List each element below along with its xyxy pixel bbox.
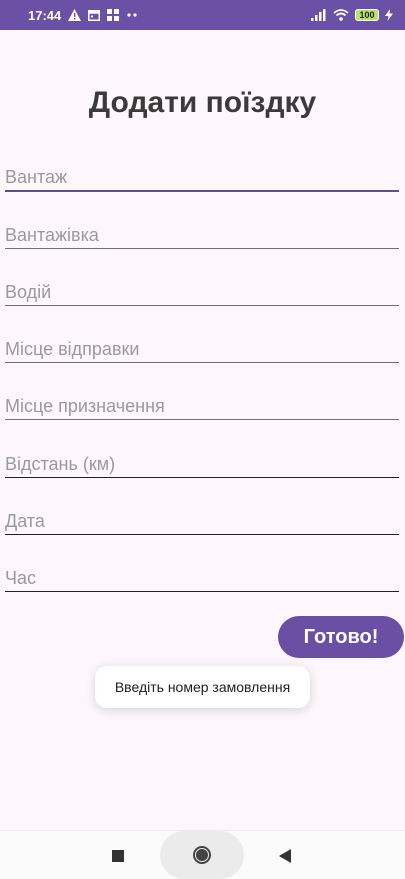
toast-message: Введіть номер замовлення	[95, 666, 310, 708]
driver-field	[5, 274, 399, 306]
submit-button[interactable]: Готово!	[278, 616, 404, 658]
driver-input[interactable]	[5, 282, 399, 303]
home-button[interactable]	[160, 831, 244, 879]
page-title: Додати поїздку	[88, 86, 317, 119]
distance-field	[5, 446, 399, 478]
cargo-input[interactable]	[5, 167, 399, 188]
date-input[interactable]	[5, 511, 399, 532]
destination-field	[5, 388, 399, 420]
truck-input[interactable]	[5, 225, 399, 246]
charging-icon	[385, 9, 393, 21]
back-button[interactable]	[270, 841, 300, 871]
back-icon	[279, 849, 291, 863]
navigation-bar	[0, 830, 405, 879]
destination-input[interactable]	[5, 396, 399, 417]
recents-button[interactable]	[103, 841, 133, 871]
recents-icon	[112, 850, 124, 862]
home-icon	[193, 846, 211, 864]
time-field	[5, 560, 399, 592]
cargo-field	[5, 160, 399, 192]
more-dots-icon	[126, 13, 138, 17]
status-time: 17:44	[28, 7, 62, 23]
calendar-icon	[88, 9, 101, 21]
time-input[interactable]	[5, 568, 399, 589]
gallery-icon	[107, 9, 120, 21]
signal-icon	[311, 9, 327, 21]
truck-field	[5, 217, 399, 249]
warning-icon	[68, 9, 82, 21]
wifi-icon	[333, 9, 349, 21]
date-field	[5, 503, 399, 535]
status-bar: 17:44 100	[0, 0, 405, 30]
departure-field	[5, 331, 399, 363]
battery-icon: 100	[355, 9, 379, 21]
departure-input[interactable]	[5, 339, 399, 360]
distance-input[interactable]	[5, 454, 399, 475]
